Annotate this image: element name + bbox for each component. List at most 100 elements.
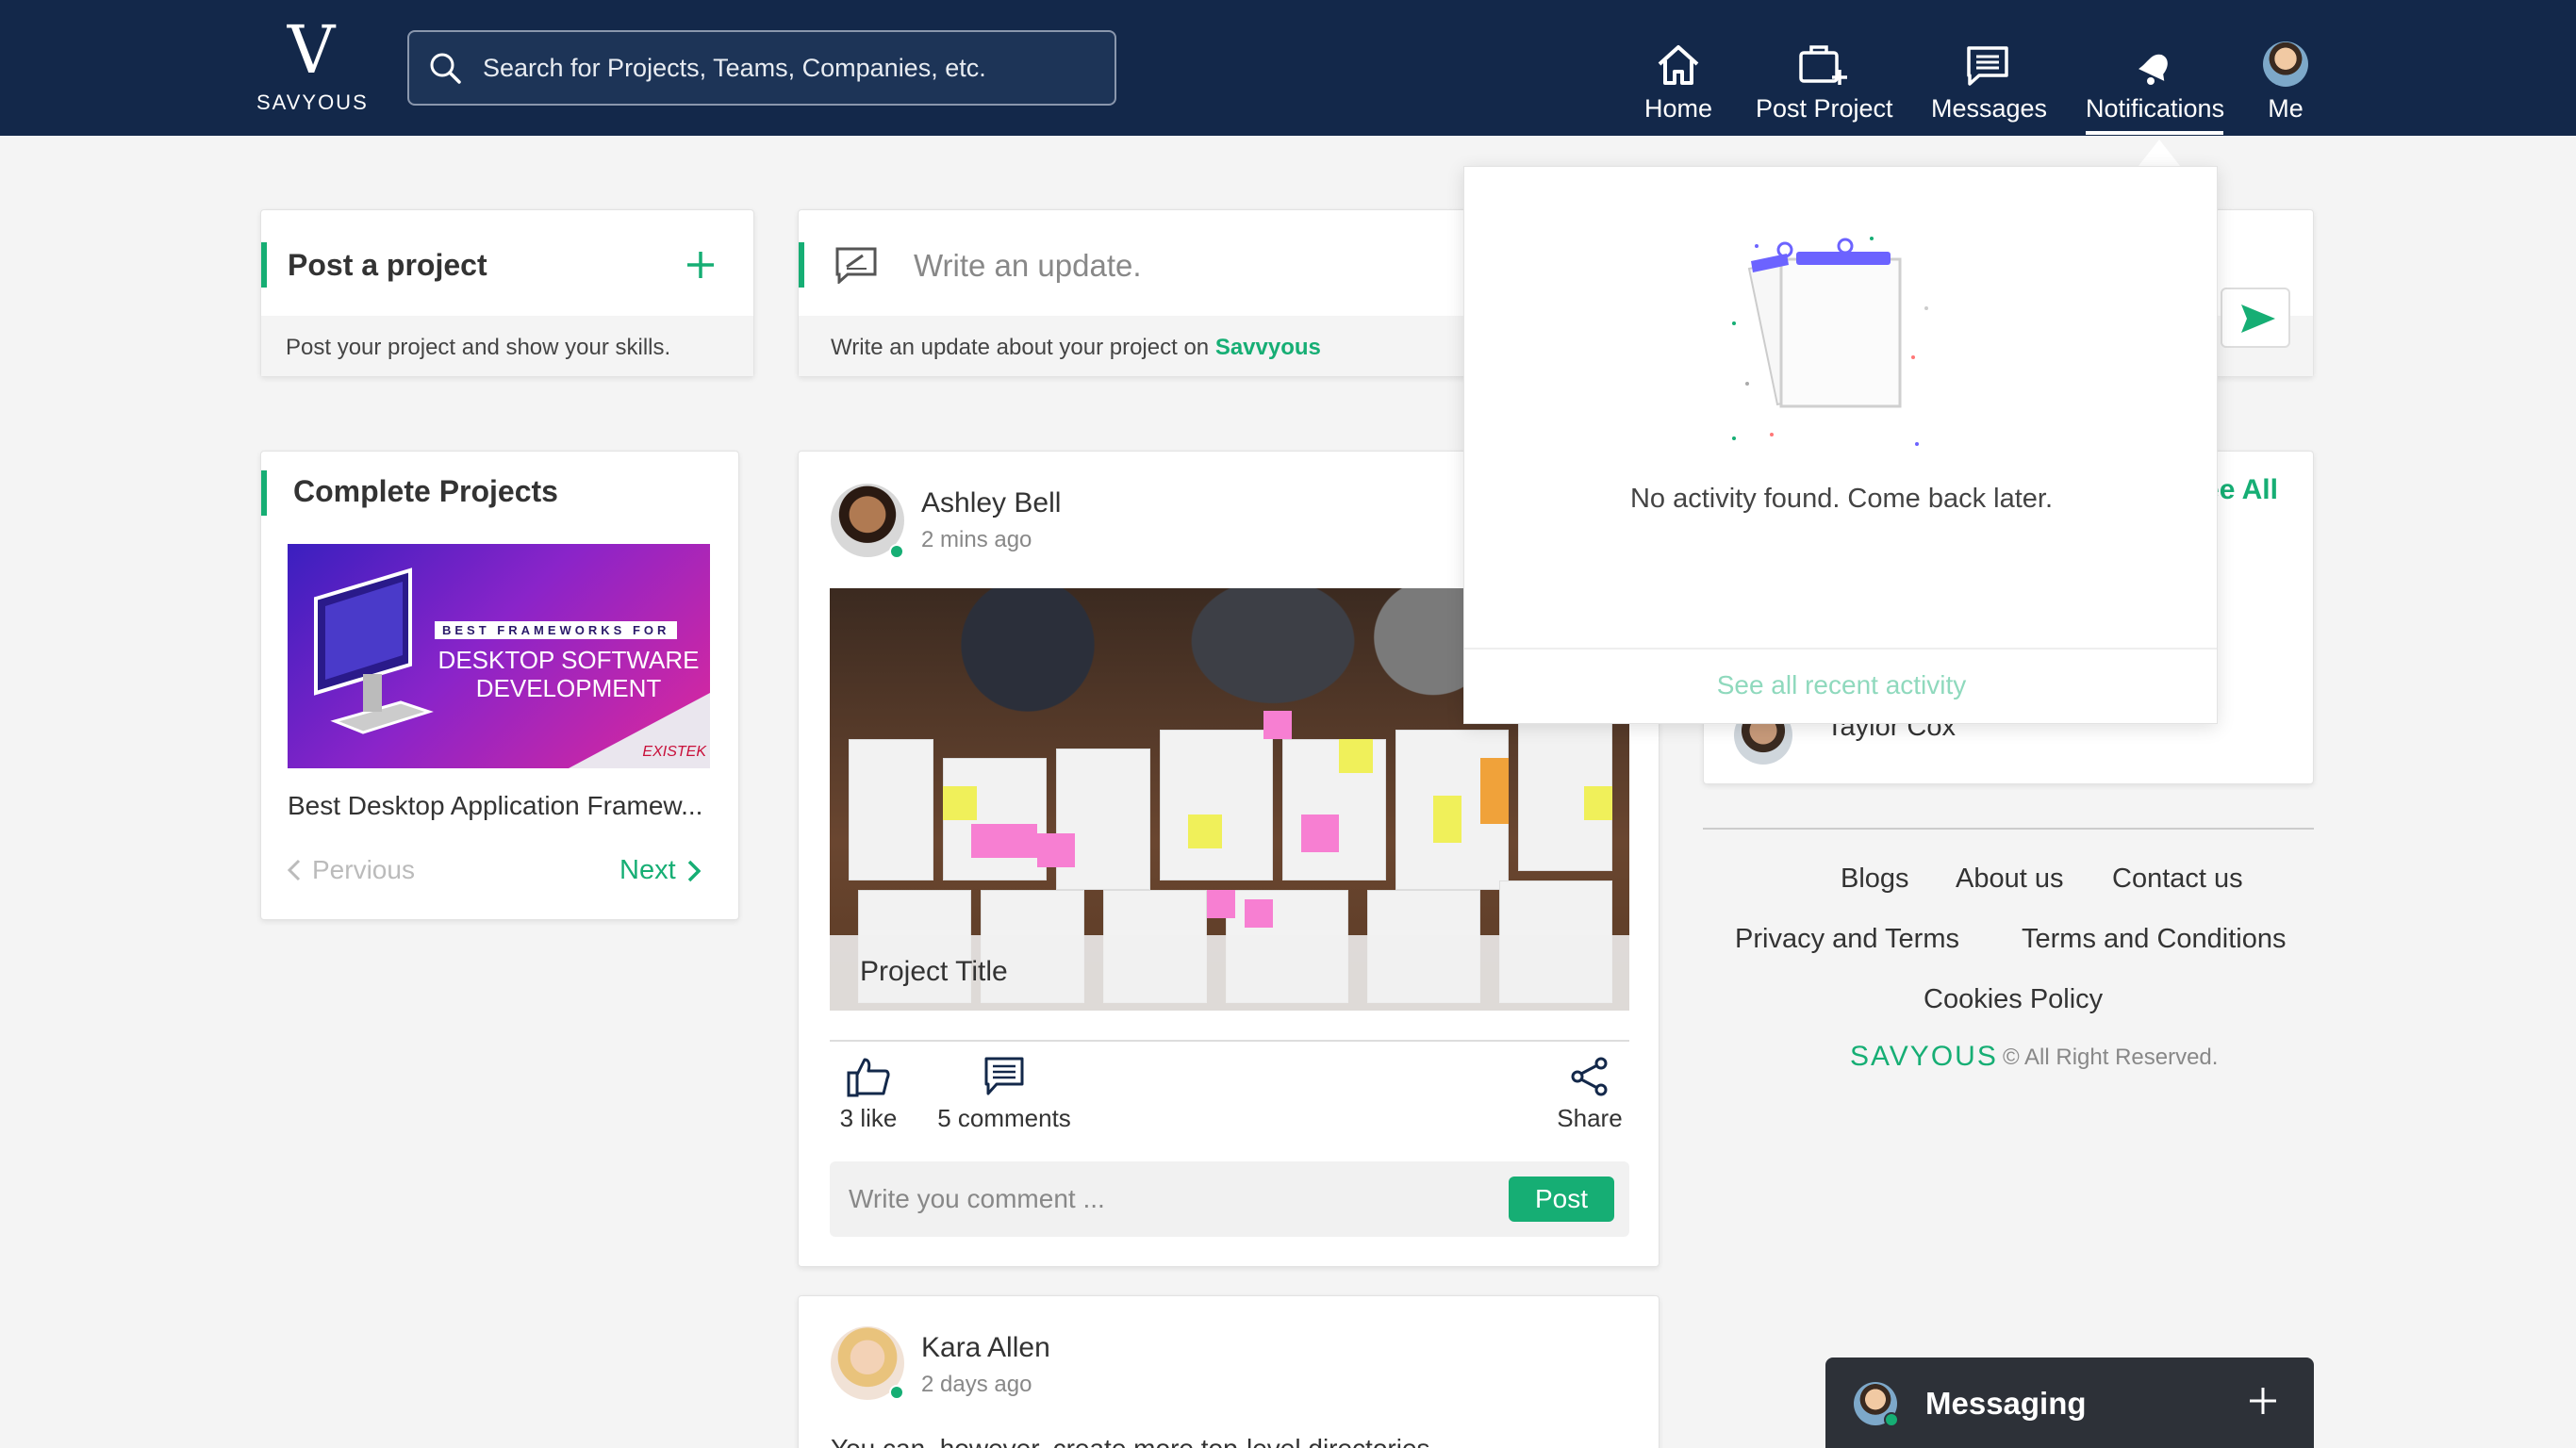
next-label: Next <box>619 855 676 885</box>
share-label: Share <box>1557 1104 1623 1132</box>
send-button[interactable] <box>2221 288 2290 348</box>
like-count: 3 like <box>839 1104 898 1132</box>
comments-button[interactable]: 5 comments <box>933 1056 1075 1133</box>
nav-home-label: Home <box>1643 94 1713 123</box>
sticky-note <box>1301 814 1339 852</box>
desktop-computer-icon <box>314 568 434 734</box>
share-icon <box>1571 1057 1608 1096</box>
footer-divider <box>1703 828 2314 830</box>
feed-post: Kara Allen 2 days ago You can, however, … <box>798 1295 1660 1448</box>
sticky-note <box>1245 899 1273 928</box>
empty-state-message: No activity found. Come back later. <box>1629 484 2054 514</box>
footer-link-cookies[interactable]: Cookies Policy <box>1924 984 2103 1015</box>
bell-icon <box>2138 54 2168 85</box>
paper-sheet <box>1160 730 1273 880</box>
copyright: © All Right Reserved. <box>2003 1045 2219 1070</box>
comment-input[interactable]: Write you comment ... <box>849 1184 1105 1214</box>
sticky-note <box>1339 739 1373 773</box>
paper-sheet <box>849 739 933 880</box>
person-shape <box>943 588 1113 730</box>
online-status-dot <box>889 544 904 559</box>
see-all-activity-link[interactable]: See all recent activity <box>1464 670 2219 700</box>
empty-clipboard-illustration <box>1732 237 1928 446</box>
post-author-name[interactable]: Ashley Bell <box>921 487 1061 519</box>
footer-link-terms[interactable]: Terms and Conditions <box>2022 924 2286 955</box>
nav-messages[interactable]: Messages <box>1931 34 2048 128</box>
footer-link-blogs[interactable]: Blogs <box>1841 864 1909 895</box>
home-icon <box>1658 45 1699 85</box>
image-caption: Project Title <box>830 935 1629 1011</box>
update-subtitle-brand: Savvyous <box>1214 335 1321 360</box>
project-thumbnail[interactable]: BEST FRAMEWORKS FOR DESKTOP SOFTWARE DEV… <box>288 544 710 768</box>
post-text: You can, however, create more top-level … <box>831 1434 1430 1448</box>
share-button[interactable]: Share <box>1552 1056 1627 1133</box>
user-avatar <box>2263 41 2308 87</box>
previous-button[interactable]: Pervious <box>288 855 415 885</box>
messaging-dock[interactable]: Messaging <box>1825 1358 2314 1448</box>
divider <box>830 1040 1629 1042</box>
search-input[interactable] <box>483 32 1096 104</box>
post-project-subtitle: Post your project and show your skills. <box>261 316 753 376</box>
complete-projects-title: Complete Projects <box>293 474 558 508</box>
sticky-note <box>1188 814 1222 848</box>
dropdown-divider <box>1464 648 2217 650</box>
sticky-note <box>1480 758 1509 824</box>
sticky-note <box>1263 711 1292 739</box>
update-subtitle-text: Write an update about your project on <box>831 335 1215 360</box>
post-author-name[interactable]: Kara Allen <box>921 1332 1050 1364</box>
message-icon <box>1967 46 2008 86</box>
send-icon <box>2241 304 2275 333</box>
chevron-right-icon <box>687 860 701 881</box>
update-input[interactable]: Write an update. <box>914 248 1142 284</box>
messaging-label: Messaging <box>1925 1386 2087 1421</box>
footer-link-about[interactable]: About us <box>1956 864 2063 895</box>
comments-count: 5 comments <box>937 1104 1071 1132</box>
notifications-dropdown: No activity found. Come back later. See … <box>1463 166 2218 724</box>
nav-home[interactable]: Home <box>1641 34 1716 128</box>
nav-me[interactable]: Me <box>2261 34 2310 128</box>
dropdown-caret <box>2138 140 2180 166</box>
logo-wordmark: SAVYOUS <box>256 90 369 114</box>
post-comment-button[interactable]: Post <box>1509 1176 1614 1222</box>
accent-bar <box>261 470 267 516</box>
briefcase-add-icon <box>1799 45 1847 85</box>
footer-link-contact[interactable]: Contact us <box>2112 864 2243 895</box>
savyous-logo[interactable]: V SAVYOUS <box>256 11 369 121</box>
plus-icon[interactable] <box>685 250 716 280</box>
online-status-dot <box>889 1385 904 1400</box>
sticky-note <box>1433 796 1461 843</box>
previous-label: Pervious <box>312 855 415 884</box>
like-button[interactable]: 3 like <box>837 1056 900 1133</box>
thumb-line-2: DESKTOP SOFTWARE <box>438 646 700 674</box>
accent-bar <box>261 242 267 288</box>
next-button[interactable]: Next <box>619 855 701 886</box>
footer-link-privacy[interactable]: Privacy and Terms <box>1735 924 1959 955</box>
post-timestamp: 2 mins ago <box>921 527 1032 552</box>
top-navigation-bar: V SAVYOUS Home Post Project <box>0 0 2576 136</box>
logo-letter: V <box>287 11 336 89</box>
person-shape <box>1169 588 1377 720</box>
edit-message-icon <box>835 247 877 284</box>
complete-projects-card: Complete Projects BEST FRAMEWORKS FOR DE… <box>260 451 739 920</box>
search-icon <box>430 53 461 84</box>
search-box[interactable] <box>407 30 1116 106</box>
post-timestamp: 2 days ago <box>921 1372 1032 1397</box>
chevron-left-icon <box>288 859 301 881</box>
post-project-card: Post a project Post your project and sho… <box>260 209 754 377</box>
post-project-title: Post a project <box>288 248 487 282</box>
plus-icon[interactable] <box>2248 1386 2278 1416</box>
sticky-note <box>1207 890 1235 918</box>
nav-post-project[interactable]: Post Project <box>1756 34 1893 128</box>
nav-messages-label: Messages <box>1931 94 2048 123</box>
thumbs-up-icon <box>847 1058 890 1097</box>
accent-bar <box>799 242 804 288</box>
nav-me-label: Me <box>2268 94 2304 123</box>
nav-notifications[interactable]: Notifications <box>2086 34 2224 135</box>
sticky-note <box>1584 786 1612 820</box>
nav-post-project-label: Post Project <box>1756 94 1893 123</box>
nav-notifications-label: Notifications <box>2086 94 2224 135</box>
thumb-brand: EXISTEK <box>642 744 706 760</box>
project-item-title[interactable]: Best Desktop Application Framew... <box>288 791 702 821</box>
thumb-tag: BEST FRAMEWORKS FOR <box>435 621 678 639</box>
online-status-dot <box>1884 1412 1899 1427</box>
